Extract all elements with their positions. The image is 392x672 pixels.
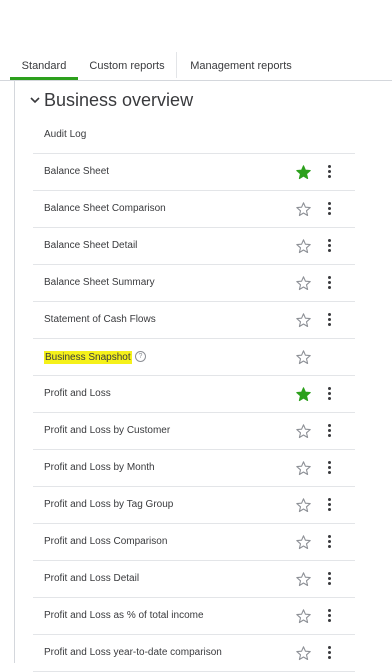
report-link[interactable]: Profit and Loss by Tag Group	[44, 487, 173, 523]
help-icon[interactable]: ?	[135, 351, 146, 362]
more-options-icon[interactable]	[326, 238, 332, 254]
report-list: Audit Log Balance Sheet Balance Sheet Comp…	[33, 117, 355, 672]
star-outline-icon[interactable]	[296, 202, 311, 217]
tab-management-reports[interactable]: Management reports	[177, 48, 305, 79]
tab-standard[interactable]: Standard	[10, 48, 78, 80]
more-options-icon[interactable]	[326, 497, 332, 513]
report-row-profit-and-loss-detail[interactable]: Profit and Loss Detail	[33, 561, 355, 598]
report-row-profit-and-loss-by-customer[interactable]: Profit and Loss by Customer	[33, 413, 355, 450]
report-row-profit-and-loss-year-to-date-comparison[interactable]: Profit and Loss year-to-date comparison	[33, 635, 355, 672]
report-link[interactable]: Balance Sheet	[44, 154, 109, 190]
report-link[interactable]: Profit and Loss by Month	[44, 450, 155, 486]
report-row-profit-and-loss-as-of-total-income[interactable]: Profit and Loss as % of total income	[33, 598, 355, 635]
section-toggle-business-overview[interactable]: Business overview	[29, 89, 193, 111]
star-outline-icon[interactable]	[296, 646, 311, 661]
star-outline-icon[interactable]	[296, 609, 311, 624]
more-options-icon[interactable]	[326, 645, 332, 661]
section-title: Business overview	[44, 89, 194, 110]
report-link[interactable]: Statement of Cash Flows	[44, 302, 156, 338]
report-row-balance-sheet[interactable]: Balance Sheet	[33, 154, 355, 191]
star-outline-icon[interactable]	[296, 424, 311, 439]
more-options-icon[interactable]	[326, 164, 332, 180]
star-outline-icon[interactable]	[296, 535, 311, 550]
more-options-icon[interactable]	[326, 571, 332, 587]
more-options-icon[interactable]	[326, 312, 332, 328]
more-options-icon[interactable]	[326, 386, 332, 402]
star-outline-icon[interactable]	[296, 350, 311, 365]
report-link[interactable]: Audit Log	[44, 117, 86, 153]
star-outline-icon[interactable]	[296, 572, 311, 587]
star-outline-icon[interactable]	[296, 276, 311, 291]
more-options-icon[interactable]	[326, 460, 332, 476]
report-row-profit-and-loss-comparison[interactable]: Profit and Loss Comparison	[33, 524, 355, 561]
more-options-icon[interactable]	[326, 608, 332, 624]
report-link[interactable]: Balance Sheet Summary	[44, 265, 155, 301]
more-options-icon[interactable]	[326, 534, 332, 550]
report-row-balance-sheet-summary[interactable]: Balance Sheet Summary	[33, 265, 355, 302]
report-link[interactable]: Balance Sheet Detail	[44, 228, 137, 264]
tab-custom-reports[interactable]: Custom reports	[78, 48, 176, 79]
report-link[interactable]: Profit and Loss as % of total income	[44, 598, 204, 634]
star-outline-icon[interactable]	[296, 461, 311, 476]
star-outline-icon[interactable]	[296, 239, 311, 254]
star-outline-icon[interactable]	[296, 498, 311, 513]
report-row-business-snapshot[interactable]: Business Snapshot?	[33, 339, 355, 376]
report-row-profit-and-loss[interactable]: Profit and Loss	[33, 376, 355, 413]
report-link[interactable]: Profit and Loss year-to-date comparison	[44, 635, 222, 671]
report-row-balance-sheet-comparison[interactable]: Balance Sheet Comparison	[33, 191, 355, 228]
report-link[interactable]: Business Snapshot	[44, 351, 132, 364]
report-link[interactable]: Profit and Loss by Customer	[44, 413, 170, 449]
chevron-down-icon	[30, 97, 40, 104]
star-outline-icon[interactable]	[296, 313, 311, 328]
report-row-audit-log[interactable]: Audit Log	[33, 117, 355, 154]
report-tabs: Standard Custom reports Management repor…	[0, 48, 392, 81]
more-options-icon[interactable]	[326, 275, 332, 291]
report-row-profit-and-loss-by-tag-group[interactable]: Profit and Loss by Tag Group	[33, 487, 355, 524]
report-row-profit-and-loss-by-month[interactable]: Profit and Loss by Month	[33, 450, 355, 487]
star-filled-icon[interactable]	[296, 387, 311, 402]
report-link[interactable]: Profit and Loss Comparison	[44, 524, 167, 560]
report-row-balance-sheet-detail[interactable]: Balance Sheet Detail	[33, 228, 355, 265]
report-link[interactable]: Profit and Loss	[44, 376, 111, 412]
star-filled-icon[interactable]	[296, 165, 311, 180]
more-options-icon[interactable]	[326, 201, 332, 217]
more-options-icon[interactable]	[326, 423, 332, 439]
report-link[interactable]: Balance Sheet Comparison	[44, 191, 166, 227]
reports-panel: Business overview Audit Log Balance Sheet…	[14, 81, 392, 672]
report-link[interactable]: Profit and Loss Detail	[44, 561, 139, 597]
report-row-statement-of-cash-flows[interactable]: Statement of Cash Flows	[33, 302, 355, 339]
